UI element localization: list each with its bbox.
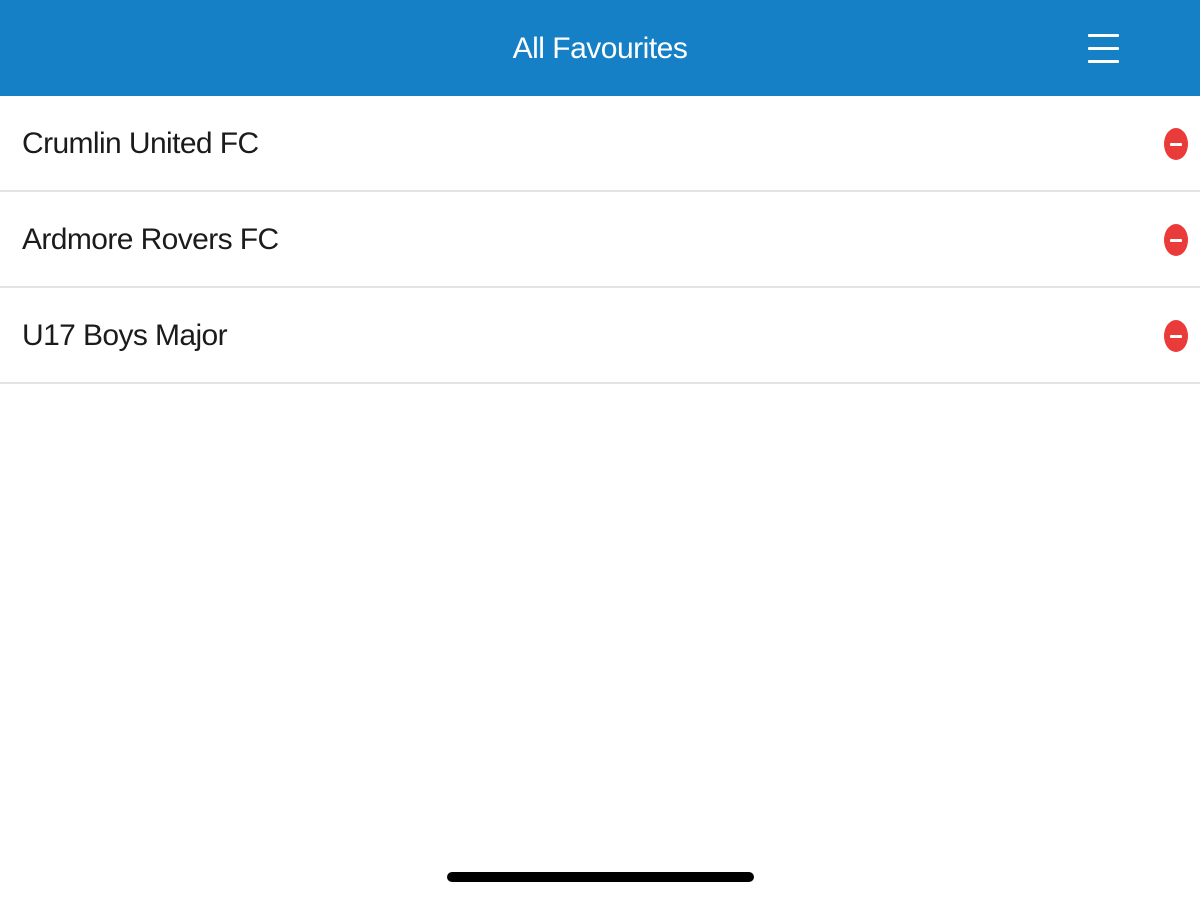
remove-circle-icon xyxy=(1170,143,1182,146)
favourite-label: Ardmore Rovers FC xyxy=(22,223,279,256)
home-indicator[interactable] xyxy=(447,872,754,882)
favourite-item[interactable]: Ardmore Rovers FC xyxy=(0,192,1200,288)
favourites-list: Crumlin United FC Ardmore Rovers FC U17 … xyxy=(0,96,1200,384)
remove-circle-icon xyxy=(1170,335,1182,338)
favourite-label: Crumlin United FC xyxy=(22,127,259,160)
favourite-label: U17 Boys Major xyxy=(22,319,228,352)
menu-button[interactable] xyxy=(1080,28,1126,70)
remove-favourite-button[interactable] xyxy=(1164,128,1188,160)
favourites-screen: All Favourites Crumlin United FC Ardmore… xyxy=(0,0,1200,900)
menu-icon-bar xyxy=(1088,60,1119,63)
favourite-item[interactable]: Crumlin United FC xyxy=(0,96,1200,192)
favourite-item[interactable]: U17 Boys Major xyxy=(0,288,1200,384)
page-title: All Favourites xyxy=(512,32,688,65)
remove-circle-icon xyxy=(1170,239,1182,242)
navigation-bar: All Favourites xyxy=(0,0,1200,96)
remove-favourite-button[interactable] xyxy=(1164,224,1188,256)
remove-favourite-button[interactable] xyxy=(1164,320,1188,352)
menu-icon-bar xyxy=(1088,34,1119,37)
menu-icon-bar xyxy=(1088,47,1119,50)
